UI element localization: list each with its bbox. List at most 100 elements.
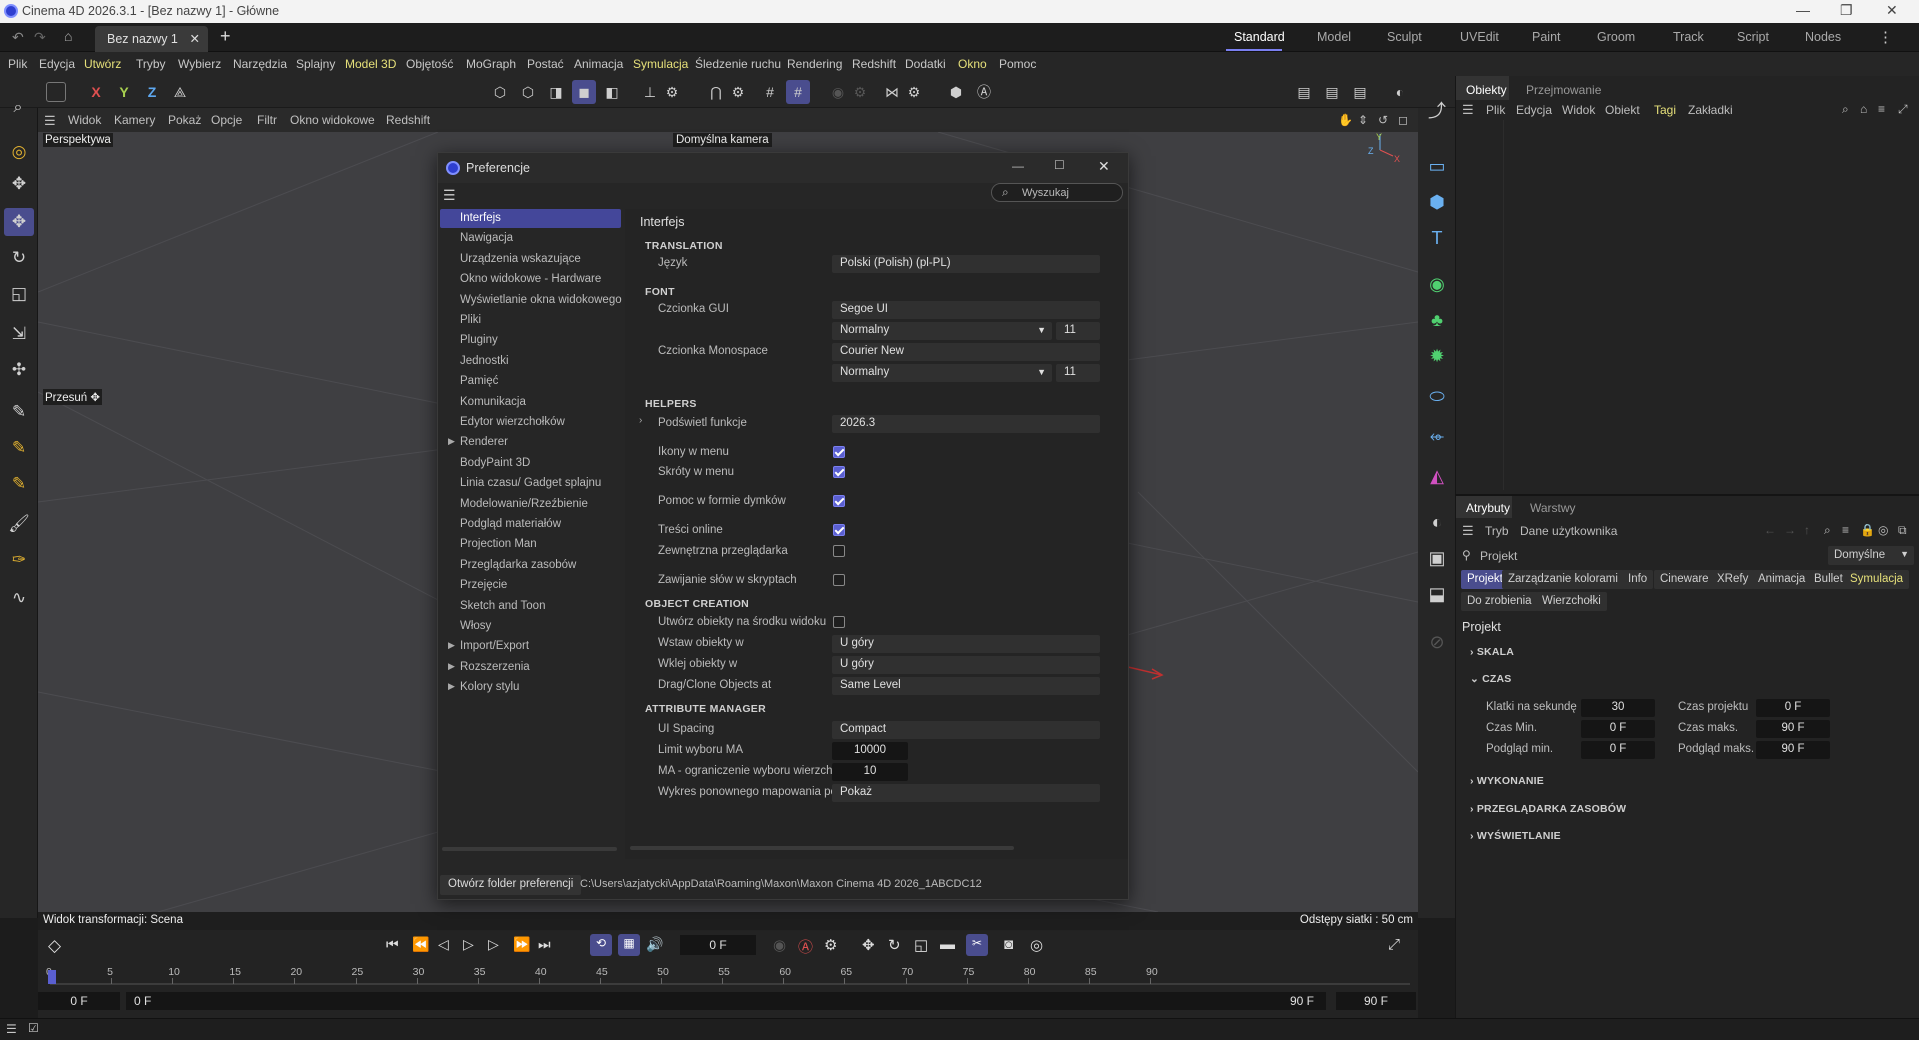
tree-item-15[interactable]: Podgląd materiałów xyxy=(440,515,621,534)
gui-style-dropdown[interactable]: Normalny ▼ xyxy=(832,322,1052,340)
minimize-button[interactable]: — xyxy=(1796,2,1810,18)
layout-paint[interactable]: Paint xyxy=(1532,30,1561,44)
menu-objetosc[interactable]: Objętość xyxy=(406,57,453,71)
drag-dropdown[interactable]: Same Level xyxy=(832,677,1100,695)
axis-x-lock[interactable]: X xyxy=(84,80,108,104)
tree-item-9[interactable]: Komunikacja xyxy=(440,393,621,412)
render-settings-icon[interactable]: ▤ xyxy=(1348,80,1372,104)
dialog-close-button[interactable]: ✕ xyxy=(1098,158,1110,175)
chip-do-zrobienia[interactable]: Do zrobienia xyxy=(1461,592,1538,611)
vp-menu-kamery[interactable]: Kamery xyxy=(114,113,155,127)
tree-item-19[interactable]: Sketch and Toon xyxy=(440,597,621,616)
limit-field[interactable]: 10000 xyxy=(832,742,908,760)
playhead[interactable] xyxy=(48,970,56,984)
section-przegladarka[interactable]: › PRZEGLĄDARKA ZASOBÓW xyxy=(1470,803,1626,815)
section-wyswietlanie[interactable]: › WYŚWIETLANIE xyxy=(1470,830,1561,842)
tree-item-13[interactable]: Linia czasu/ Gadget splajnu xyxy=(440,474,621,493)
grid-snap-icon[interactable]: # xyxy=(758,80,782,104)
magnet-settings-icon[interactable]: ⚙ xyxy=(726,80,750,104)
attr-new-window-icon[interactable]: ⧉ xyxy=(1898,523,1907,538)
attr-menu-dane[interactable]: Dane użytkownika xyxy=(1520,524,1617,538)
tree-item-22[interactable]: ▶ Rozszerzenia xyxy=(440,658,621,677)
layout-nodes[interactable]: Nodes xyxy=(1805,30,1841,44)
chip-animacja[interactable]: Animacja xyxy=(1752,570,1812,589)
attr-hamburger-icon[interactable]: ☰ xyxy=(1462,523,1474,539)
search-icon[interactable]: ⌕ xyxy=(3,94,33,122)
tree-item-17[interactable]: Przeglądarka zasobów xyxy=(440,556,621,575)
key-param-icon[interactable]: ▬ xyxy=(940,936,955,953)
symmetry-settings-icon[interactable]: ⚙ xyxy=(902,80,926,104)
isolate-icon[interactable]: ⬢ xyxy=(944,80,968,104)
objects-hamburger-icon[interactable]: ☰ xyxy=(1462,102,1474,118)
attr-target-icon[interactable]: ◎ xyxy=(1878,523,1888,537)
symmetry-icon[interactable]: ⋈ xyxy=(880,80,904,104)
menu-okno[interactable]: Okno xyxy=(958,57,987,71)
vp-menu-pokaz[interactable]: Pokaż xyxy=(168,113,201,127)
camera-icon[interactable]: ▣ xyxy=(1422,544,1452,572)
tree-item-14[interactable]: Modelowanie/Rzeźbienie xyxy=(440,495,621,514)
content-scrollbar[interactable] xyxy=(630,846,1014,850)
online-checkbox[interactable] xyxy=(833,524,845,536)
autokey-icon[interactable]: Ⓐ xyxy=(798,936,813,957)
section-wykonanie[interactable]: › WYKONANIE xyxy=(1470,775,1544,787)
document-tab[interactable]: Bez nazwy 1 ✕ xyxy=(95,26,208,52)
record-icon[interactable]: ◉ xyxy=(773,936,786,954)
menu-tryby[interactable]: Tryby xyxy=(136,57,166,71)
attr-forward-icon[interactable]: → xyxy=(1784,523,1796,537)
layout-track[interactable]: Track xyxy=(1673,30,1704,44)
tree-item-11[interactable]: ▶ Renderer xyxy=(440,433,621,452)
tree-expand-icon[interactable]: ▶ xyxy=(448,640,455,651)
tree-item-16[interactable]: Projection Man xyxy=(440,535,621,554)
chip-cineware[interactable]: Cineware xyxy=(1654,570,1715,589)
key-pla-icon[interactable]: ✂ xyxy=(966,934,988,956)
axis-settings-icon[interactable]: ⚙ xyxy=(660,80,684,104)
vp-menu-filtr[interactable]: Filtr xyxy=(257,113,277,127)
attr-up-icon[interactable]: ↑ xyxy=(1804,523,1810,537)
vert-limit-field[interactable]: 10 xyxy=(832,763,908,781)
tree-item-7[interactable]: Jednostki xyxy=(440,352,621,371)
layout-script[interactable]: Script xyxy=(1737,30,1769,44)
tab-obiekty[interactable]: Obiekty xyxy=(1466,83,1507,97)
spline-smooth-icon[interactable]: ✎ xyxy=(4,470,34,498)
workplane-settings-icon[interactable]: ⚙ xyxy=(848,80,872,104)
attr-menu-tryb[interactable]: Tryb xyxy=(1485,524,1509,538)
key-rotation-icon[interactable]: ↻ xyxy=(888,936,901,954)
spline-tool-icon[interactable]: ⤴ xyxy=(1422,96,1452,124)
brush-icon[interactable]: 🖌 xyxy=(4,510,34,538)
section-czas[interactable]: ⌄ CZAS xyxy=(1470,673,1512,685)
undo-icon[interactable]: ↶ xyxy=(12,29,24,46)
magnet-icon[interactable]: ⋂ xyxy=(704,80,728,104)
preset-dropdown[interactable]: Domyślne ▼ xyxy=(1828,546,1914,565)
tree-scrollbar[interactable] xyxy=(442,847,617,851)
field-icon[interactable]: ⬭ xyxy=(1422,382,1452,410)
highlight-expand-icon[interactable]: › xyxy=(639,415,642,426)
prev-key-icon[interactable]: ⏪ xyxy=(412,936,429,953)
new-tab-icon[interactable]: + xyxy=(220,26,231,47)
camera-label[interactable]: Domyślna kamera xyxy=(673,133,772,147)
open-folder-button[interactable]: Otwórz folder preferencji xyxy=(440,875,582,895)
maximize-view-icon[interactable]: ◻ xyxy=(1398,113,1408,127)
center-checkbox[interactable] xyxy=(833,616,845,628)
home-icon[interactable]: ⌂ xyxy=(64,28,72,44)
workplane-icon[interactable]: # xyxy=(786,80,810,104)
rotate-tool-icon[interactable]: ↻ xyxy=(4,244,34,272)
sculpt-icon[interactable]: Ⓐ xyxy=(972,80,996,104)
motion-system-icon[interactable]: ◙ xyxy=(1004,936,1013,953)
hair-icon[interactable]: ∿ xyxy=(4,584,34,612)
transform-tool-icon[interactable]: ⇲ xyxy=(4,320,34,348)
lang-dropdown[interactable]: Polski (Polish) (pl-PL) xyxy=(832,255,1100,273)
obj-home-icon[interactable]: ⌂ xyxy=(1860,102,1867,116)
render-picture-icon[interactable]: ▤ xyxy=(1320,80,1344,104)
tree-item-5[interactable]: Pliki xyxy=(440,311,621,330)
menu-wybierz[interactable]: Wybierz xyxy=(178,57,221,71)
spline-pen-icon[interactable]: ✎ xyxy=(4,398,34,426)
gui-font-field[interactable]: Segoe UI xyxy=(832,301,1100,319)
menu-redshift[interactable]: Redshift xyxy=(852,57,896,71)
pivot-tool-icon[interactable]: ✣ xyxy=(4,356,34,384)
keyframe-icon[interactable]: ◇ xyxy=(48,936,61,956)
chip-wierzcholki[interactable]: Wierzchołki xyxy=(1536,592,1607,611)
menu-narzedzia[interactable]: Narzędzia xyxy=(233,57,287,71)
current-frame-field[interactable]: 0 F xyxy=(680,935,756,955)
dialog-title-bar[interactable]: Preferencje — ☐ ✕ xyxy=(438,153,1128,183)
light-icon[interactable]: ⬓ xyxy=(1422,580,1452,608)
